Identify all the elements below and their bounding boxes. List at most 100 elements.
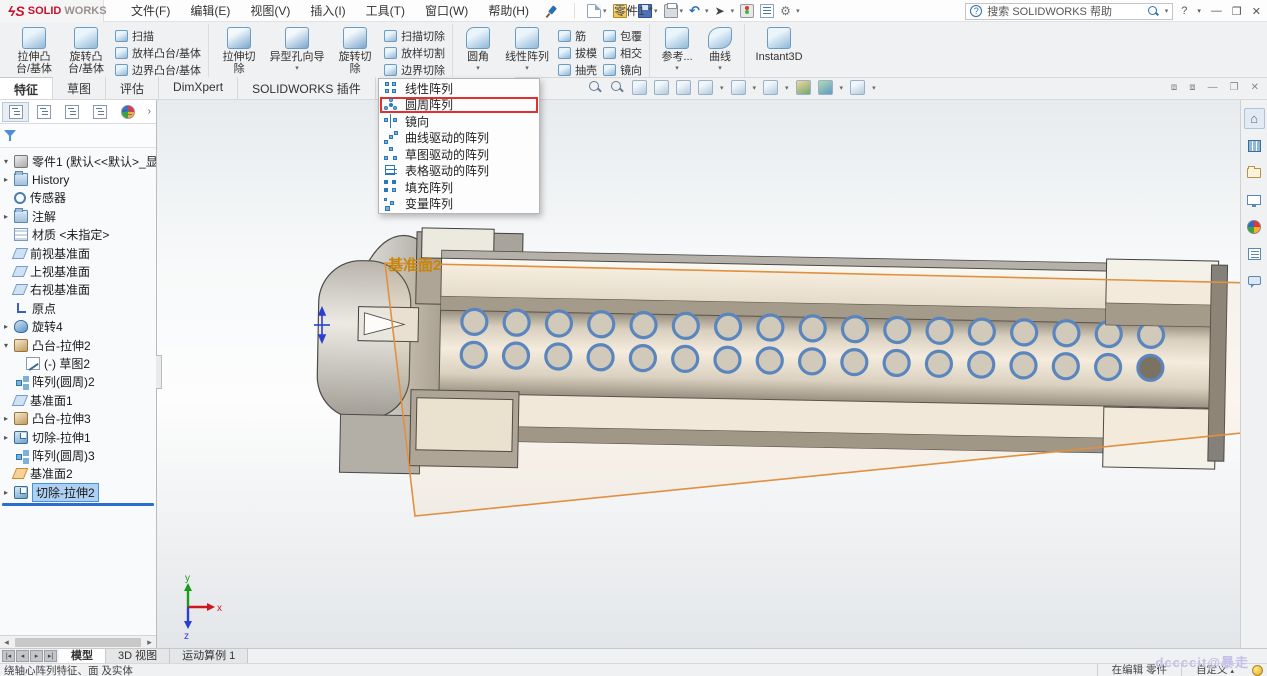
extruded-cut-button[interactable]: 拉伸切 除 xyxy=(213,24,265,77)
rebuild-button[interactable] xyxy=(738,3,756,19)
nav-next-icon[interactable]: ▸ xyxy=(30,650,43,662)
tree-item-sensors[interactable]: 传感器 xyxy=(0,189,156,207)
tree-item-material[interactable]: 材质 <未指定> xyxy=(0,226,156,244)
restore-button[interactable]: ❐ xyxy=(1232,5,1242,18)
fillet-button[interactable]: 圆角▾ xyxy=(457,24,499,77)
minimize-button[interactable]: — xyxy=(1211,5,1222,17)
search-input[interactable]: 搜索 SOLIDWORKS 帮助 xyxy=(987,3,1112,19)
menu-file[interactable]: 文件(F) xyxy=(122,0,179,22)
hole-wizard-button[interactable]: 异型孔向导▾ xyxy=(265,24,329,77)
draft-button[interactable]: 拔模 xyxy=(555,45,600,60)
tree-item-origin[interactable]: 原点 xyxy=(0,299,156,317)
view-orientation-icon[interactable] xyxy=(698,80,713,95)
instant3d-button[interactable]: Instant3D xyxy=(749,24,809,77)
pin-menu-icon[interactable] xyxy=(544,4,558,18)
tree-item-circular-pattern2[interactable]: 阵列(圆周)2 xyxy=(0,373,156,391)
tree-item-cut-extrude2-editing[interactable]: ▸切除-拉伸2 xyxy=(0,483,156,501)
revolved-cut-button[interactable]: 旋转切 除 xyxy=(329,24,381,77)
help-button[interactable]: ? xyxy=(1181,5,1187,17)
menu-item-circular-pattern[interactable]: 圆周阵列 xyxy=(380,97,538,114)
print-button[interactable]: ▾ xyxy=(662,3,686,19)
tree-item-sketch2[interactable]: (-) 草图2 xyxy=(0,354,156,372)
menu-item-mirror[interactable]: 镜向 xyxy=(380,113,538,130)
edit-appearance-icon[interactable] xyxy=(796,80,811,95)
tree-item-annotations[interactable]: ▸注解 xyxy=(0,207,156,225)
tree-item-top-plane[interactable]: 上视基准面 xyxy=(0,262,156,280)
custom-properties-icon[interactable] xyxy=(1244,243,1265,264)
tab-sketch[interactable]: 草图 xyxy=(53,77,106,99)
file-explorer-icon[interactable] xyxy=(1244,162,1265,183)
tab-property-manager[interactable] xyxy=(30,102,57,122)
view-palette-icon[interactable] xyxy=(1244,189,1265,210)
wrap-button[interactable]: 包覆 xyxy=(600,28,645,43)
boundary-cut-button[interactable]: 边界切除 xyxy=(381,62,448,77)
menu-item-curve-driven-pattern[interactable]: 曲线驱动的阵列 xyxy=(380,130,538,147)
tree-item-circular-pattern3[interactable]: 阵列(圆周)3 xyxy=(0,446,156,464)
tree-item-plane1[interactable]: 基准面1 xyxy=(0,391,156,409)
swept-cut-button[interactable]: 扫描切除 xyxy=(381,28,448,43)
tab-dimxpert-manager[interactable] xyxy=(86,102,113,122)
doc-restore-icon[interactable]: ❐ xyxy=(1230,82,1239,93)
menu-help[interactable]: 帮助(H) xyxy=(479,0,538,22)
tree-item-boss-extrude2[interactable]: ▾凸台-拉伸2 xyxy=(0,336,156,354)
boundary-boss-button[interactable]: 边界凸台/基体 xyxy=(112,62,204,77)
view-settings-icon[interactable] xyxy=(850,80,865,95)
tree-horizontal-scrollbar[interactable]: ◂ ▸ xyxy=(0,635,156,648)
search-icon[interactable] xyxy=(1147,5,1160,18)
rename-edit-field[interactable]: 切除-拉伸2 xyxy=(32,483,99,502)
search-dropdown-arrow[interactable]: ▾ xyxy=(1165,7,1169,15)
tab-motion-study[interactable]: 运动算例 1 xyxy=(170,649,248,663)
tab-3d-views[interactable]: 3D 视图 xyxy=(106,649,170,663)
graphics-area[interactable]: 基准面2 y x z xyxy=(157,100,1240,648)
help-search-box[interactable]: ? 搜索 SOLIDWORKS 帮助 ▾ xyxy=(965,3,1173,20)
help-dropdown-arrow[interactable]: ▾ xyxy=(1197,7,1201,15)
revolved-boss-button[interactable]: 旋转凸 台/基体 xyxy=(60,24,112,77)
tag-icon[interactable] xyxy=(1252,665,1263,676)
menu-item-sketch-driven-pattern[interactable]: 草图驱动的阵列 xyxy=(380,146,538,163)
previous-view-icon[interactable] xyxy=(632,80,647,95)
curves-button[interactable]: 曲线▾ xyxy=(700,24,740,77)
menu-item-fill-pattern[interactable]: 填充阵列 xyxy=(380,179,538,196)
linear-pattern-button[interactable]: 线性阵列▾ xyxy=(499,24,555,77)
menu-window[interactable]: 窗口(W) xyxy=(416,0,477,22)
display-style-icon[interactable] xyxy=(731,80,746,95)
tree-item-boss-extrude3[interactable]: ▸凸台-拉伸3 xyxy=(0,409,156,427)
tree-item-front-plane[interactable]: 前视基准面 xyxy=(0,244,156,262)
tab-display-manager[interactable] xyxy=(114,102,141,122)
doc-close-icon[interactable]: ✕ xyxy=(1251,82,1259,93)
swept-boss-button[interactable]: 扫描 xyxy=(112,28,204,43)
nav-prev-icon[interactable]: ◂ xyxy=(16,650,29,662)
tab-model[interactable]: 模型 xyxy=(59,649,106,663)
menu-insert[interactable]: 插入(I) xyxy=(301,0,354,22)
tree-root-part[interactable]: ▾零件1 (默认<<默认>_显示状态 xyxy=(0,152,156,170)
extruded-boss-button[interactable]: 拉伸凸 台/基体 xyxy=(8,24,60,77)
apply-scene-icon[interactable] xyxy=(818,80,833,95)
options-button[interactable]: ⚙▾ xyxy=(778,3,802,19)
rollback-bar[interactable] xyxy=(2,503,154,506)
menu-edit[interactable]: 编辑(E) xyxy=(181,0,239,22)
tree-item-revolve4[interactable]: ▸旋转4 xyxy=(0,318,156,336)
section-view-icon[interactable] xyxy=(654,80,669,95)
panel-splitter-handle[interactable] xyxy=(156,355,162,389)
mirror-button[interactable]: 镜向 xyxy=(600,62,645,77)
scrollbar-thumb[interactable] xyxy=(15,638,141,647)
intersect-button[interactable]: 相交 xyxy=(600,45,645,60)
tree-item-right-plane[interactable]: 右视基准面 xyxy=(0,281,156,299)
tab-configuration-manager[interactable] xyxy=(58,102,85,122)
nav-last-icon[interactable]: ▸| xyxy=(44,650,57,662)
menu-item-linear-pattern[interactable]: 线性阵列 xyxy=(380,80,538,97)
home-icon[interactable]: ⌂ xyxy=(1244,108,1265,129)
forum-icon[interactable] xyxy=(1244,270,1265,291)
reference-plane-datum2[interactable]: 基准面2 xyxy=(385,256,1240,516)
zoom-area-icon[interactable] xyxy=(610,80,625,95)
undo-button[interactable]: ↶▾ xyxy=(687,3,711,19)
tab-features[interactable]: 特征 xyxy=(0,77,53,99)
model-canvas[interactable]: 基准面2 y x z xyxy=(157,100,1240,648)
lofted-cut-button[interactable]: 放样切割 xyxy=(381,45,448,60)
hide-show-items-icon[interactable] xyxy=(763,80,778,95)
appearances-icon[interactable] xyxy=(1244,216,1265,237)
file-properties-button[interactable] xyxy=(758,3,776,19)
lofted-boss-button[interactable]: 放样凸台/基体 xyxy=(112,45,204,60)
menu-item-table-driven-pattern[interactable]: 表格驱动的阵列 xyxy=(380,163,538,180)
zoom-fit-icon[interactable] xyxy=(588,80,603,95)
